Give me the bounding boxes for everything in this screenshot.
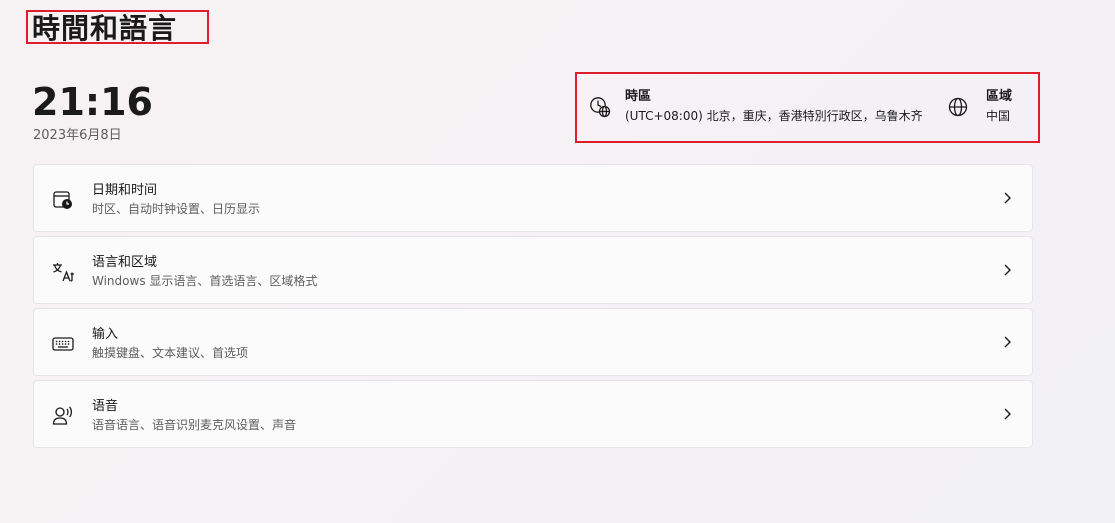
chevron-right-icon [1002, 263, 1012, 277]
title-highlight-box [26, 10, 209, 44]
settings-card-list: 日期和时间 时区、自动时钟设置、日历显示 语言和区域 Windows 显示语言、… [33, 164, 1033, 452]
region-label: 區域 [986, 89, 1013, 104]
speech-icon [51, 404, 75, 428]
card-subtitle: 语音语言、语音识别麦克风设置、声音 [92, 418, 297, 432]
card-title: 语言和区域 [92, 255, 158, 270]
globe-icon [947, 96, 969, 118]
chevron-right-icon [1002, 407, 1012, 421]
globe-clock-icon [589, 96, 611, 118]
input-card[interactable]: 输入 触摸键盘、文本建议、首选项 [33, 308, 1033, 376]
card-title: 输入 [92, 327, 119, 342]
current-time: 21:16 [32, 80, 153, 124]
language-region-card[interactable]: 语言和区域 Windows 显示语言、首选语言、区域格式 [33, 236, 1033, 304]
card-subtitle: 时区、自动时钟设置、日历显示 [92, 202, 261, 216]
region-quick-setting[interactable]: 區域 中国 [947, 88, 1012, 126]
date-time-card[interactable]: 日期和时间 时区、自动时钟设置、日历显示 [33, 164, 1033, 232]
speech-card[interactable]: 语音 语音语言、语音识别麦克风设置、声音 [33, 380, 1033, 448]
card-subtitle: 触摸键盘、文本建议、首选项 [92, 346, 249, 360]
timezone-label: 時區 [625, 89, 652, 104]
keyboard-icon [51, 332, 75, 356]
current-date: 2023年6月8日 [33, 128, 122, 143]
card-subtitle: Windows 显示语言、首选语言、区域格式 [92, 274, 318, 288]
region-value: 中国 [986, 109, 1011, 123]
chevron-right-icon [1002, 191, 1012, 205]
calendar-clock-icon [51, 188, 75, 212]
timezone-quick-setting[interactable]: 時區 (UTC+08:00) 北京，重庆，香港特別行政区，乌鲁木齐 [589, 88, 923, 126]
chevron-right-icon [1002, 335, 1012, 349]
card-title: 语音 [92, 399, 119, 414]
card-title: 日期和时间 [92, 183, 158, 198]
quick-settings-highlight-box: 時區 (UTC+08:00) 北京，重庆，香港特別行政区，乌鲁木齐 區域 中国 [575, 72, 1040, 143]
language-icon [51, 260, 75, 284]
timezone-value: (UTC+08:00) 北京，重庆，香港特別行政区，乌鲁木齐 [625, 109, 923, 123]
